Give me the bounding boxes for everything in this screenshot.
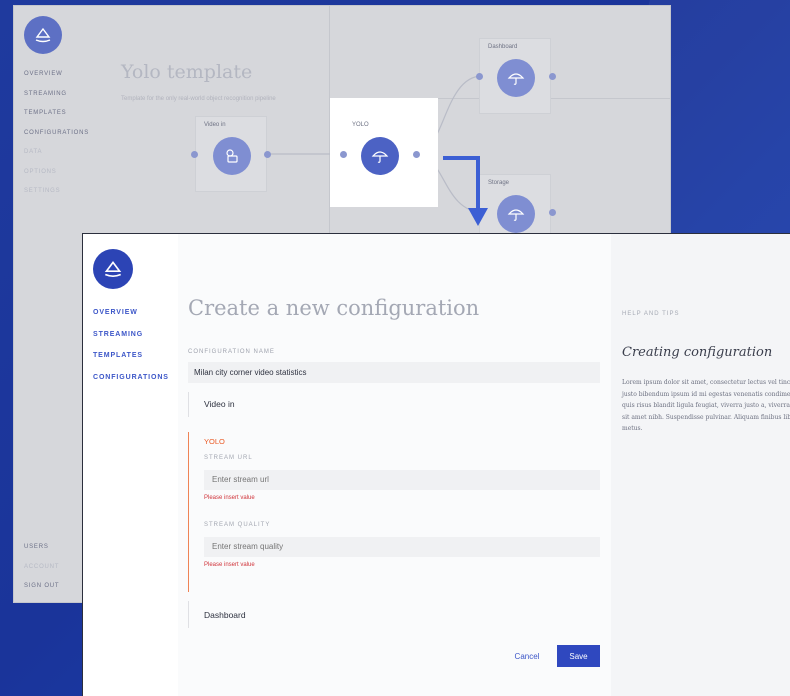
config-name-input[interactable] — [188, 362, 600, 383]
section-video-in[interactable]: Video in — [188, 392, 600, 417]
transition-arrow-icon — [443, 156, 488, 226]
sidebar: OVERVIEW STREAMING TEMPLATES CONFIGURATI… — [83, 234, 178, 696]
sidebar-item-configurations[interactable]: CONFIGURATIONS — [93, 374, 169, 396]
section-dashboard-title: Dashboard — [204, 610, 246, 620]
node-video-in-label: Video in — [204, 122, 226, 128]
help-panel: HELP AND TIPS Creating configuration Lor… — [611, 234, 790, 696]
sidebar-item-streaming[interactable]: STREAMING — [93, 331, 169, 353]
stream-quality-label: STREAM QUALITY — [204, 522, 271, 528]
video-camera-icon — [213, 137, 251, 175]
node-video-in[interactable]: Video in — [195, 116, 267, 192]
node-storage-port-out[interactable] — [549, 209, 556, 216]
save-button[interactable]: Save — [557, 645, 600, 667]
help-title: Creating configuration — [622, 345, 773, 360]
section-yolo[interactable]: YOLO STREAM URL Please insert value STRE… — [188, 432, 600, 592]
node-yolo-port-in[interactable] — [340, 151, 347, 158]
stream-quality-error: Please insert value — [204, 562, 255, 568]
node-yolo-port-out[interactable] — [413, 151, 420, 158]
umbrella-icon — [497, 195, 535, 233]
node-video-in-port-out[interactable] — [264, 151, 271, 158]
app-logo[interactable] — [93, 249, 133, 289]
node-dashboard[interactable]: Dashboard — [479, 38, 551, 114]
section-yolo-title: YOLO — [204, 437, 225, 446]
config-name-label: CONFIGURATION NAME — [188, 349, 275, 355]
stream-quality-input[interactable] — [204, 537, 600, 557]
stream-url-error: Please insert value — [204, 495, 255, 501]
cancel-button[interactable]: Cancel — [507, 646, 547, 666]
section-dashboard[interactable]: Dashboard — [188, 601, 600, 628]
help-heading: HELP AND TIPS — [622, 311, 680, 317]
umbrella-icon — [497, 59, 535, 97]
create-configuration-window: OVERVIEW STREAMING TEMPLATES CONFIGURATI… — [82, 233, 790, 696]
node-dashboard-port-out[interactable] — [549, 73, 556, 80]
help-body: Lorem ipsum dolor sit amet, consectetur … — [622, 379, 790, 432]
sidebar-item-overview[interactable]: OVERVIEW — [93, 309, 169, 331]
umbrella-icon — [361, 137, 399, 175]
sidebar-item-templates[interactable]: TEMPLATES — [93, 352, 169, 374]
node-yolo-label: YOLO — [352, 122, 369, 128]
stream-url-label: STREAM URL — [204, 455, 253, 461]
page-title: Create a new configuration — [188, 296, 480, 320]
node-video-in-port-in[interactable] — [191, 151, 198, 158]
sidebar-nav: OVERVIEW STREAMING TEMPLATES CONFIGURATI… — [93, 309, 169, 395]
section-video-in-title: Video in — [204, 399, 235, 409]
node-dashboard-label: Dashboard — [488, 44, 518, 50]
node-yolo[interactable]: YOLO — [343, 116, 415, 192]
umbrella-logo-icon — [104, 261, 122, 277]
node-dashboard-port-in[interactable] — [476, 73, 483, 80]
configuration-form: Create a new configuration CONFIGURATION… — [178, 234, 611, 696]
stream-url-input[interactable] — [204, 470, 600, 490]
